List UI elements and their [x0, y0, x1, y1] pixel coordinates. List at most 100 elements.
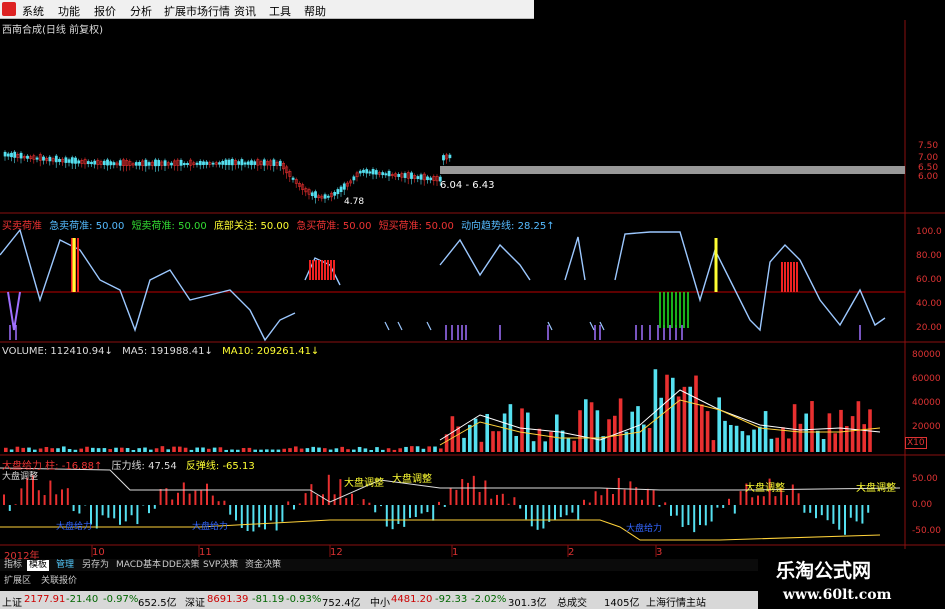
x-tick: 2 — [568, 547, 575, 558]
volume-bar — [392, 449, 397, 452]
candle-body — [109, 161, 113, 166]
volume-labels: VOLUME: 112410.94↓ MA5: 191988.41↓ MA10:… — [2, 346, 319, 357]
tab-linked-quotes[interactable]: 关联报价 — [39, 576, 79, 587]
candle-body — [333, 191, 337, 196]
volume-bar — [717, 397, 721, 452]
volume-bar — [560, 430, 565, 452]
tab-extension[interactable]: 扩展区 — [2, 576, 33, 587]
volume-bar — [294, 446, 298, 452]
vol-tick: 60000 — [912, 374, 941, 384]
x-tick: 10 — [92, 547, 105, 558]
vol-unit: X10 — [905, 437, 927, 449]
tab-indicator[interactable]: 指标 — [2, 560, 24, 571]
vol-tick: 80000 — [912, 350, 941, 360]
volume-bar — [56, 448, 60, 452]
price-tick: 6.00 — [918, 172, 939, 182]
volume-bar — [125, 448, 130, 452]
volume-bar — [537, 428, 542, 452]
status-sh-amount: 652.5亿 — [138, 598, 177, 609]
volume-bar — [207, 448, 211, 452]
candle-body — [10, 152, 13, 158]
volume-bar — [305, 448, 310, 452]
status-bar: 上证 2177.91 -21.40 -0.97% 652.5亿 深证 8691.… — [0, 591, 760, 609]
volume-bar — [218, 447, 223, 452]
volume-bar — [415, 446, 420, 452]
candle-body — [381, 172, 385, 176]
candle-body — [163, 160, 167, 166]
candle-body — [70, 157, 74, 164]
bs-label-6: 动向趋势线: 28.25↑ — [461, 221, 555, 232]
price-low-label: 4.78 — [344, 197, 365, 207]
candle-body — [138, 162, 141, 166]
candle-body — [442, 155, 445, 161]
volume-bar — [73, 449, 78, 452]
volume-bar — [682, 386, 687, 452]
volume-bar — [589, 402, 594, 452]
candle-body — [58, 158, 61, 162]
status-zx-pct: -2.02% — [471, 594, 507, 605]
volume-bar — [804, 413, 808, 452]
candle-body — [179, 159, 183, 166]
candle-body — [26, 155, 29, 159]
candle-body — [112, 162, 116, 166]
volume-bar — [311, 446, 315, 452]
volume-bar — [705, 411, 710, 452]
status-site[interactable]: 上海行情主站 — [646, 594, 706, 609]
candle-body — [250, 160, 253, 166]
volume-bar — [212, 447, 217, 452]
market-annotation: 大盘调整 — [856, 483, 896, 494]
volume-bar — [172, 446, 176, 452]
watermark-url: www.60lt.com — [783, 587, 892, 603]
volume-bar — [317, 447, 321, 452]
volume-bar — [711, 440, 716, 452]
price-range-band — [440, 166, 905, 174]
volume-bar — [62, 446, 66, 452]
volume-bar — [270, 449, 275, 452]
volume-bar — [549, 431, 553, 452]
tab-macd[interactable]: MACD基本 — [114, 560, 163, 571]
bs-labels: 买卖荷准 急卖荷准: 50.00 短卖荷准: 50.00 底部关注: 50.00… — [2, 217, 555, 232]
bs-label-1: 急卖荷准: 50.00 — [49, 221, 125, 232]
tab-svp[interactable]: SVP决策 — [201, 560, 240, 571]
volume-bar — [856, 401, 861, 452]
candle-body — [106, 159, 109, 166]
volume-bar — [688, 386, 692, 452]
bs-tick: 40.00 — [916, 299, 942, 309]
volume-bar — [862, 424, 866, 452]
volume-bar — [44, 446, 49, 452]
candle-body — [48, 156, 52, 162]
price-candles — [3, 150, 452, 204]
volume-bar — [15, 446, 20, 452]
candle-body — [74, 157, 77, 164]
volume-bar — [410, 446, 414, 452]
volume-bar — [27, 447, 31, 452]
volume-bar — [740, 431, 745, 452]
volume-bar — [821, 439, 826, 452]
volume-bar — [497, 431, 501, 452]
status-zx-change: -92.33 — [435, 594, 468, 605]
volume-bar — [502, 413, 507, 452]
candle-body — [218, 162, 221, 165]
volume-bar — [357, 446, 362, 452]
mkt-tick: 50.00 — [912, 474, 938, 484]
candle-body — [278, 160, 282, 167]
volume-bar — [265, 449, 269, 452]
candle-body — [157, 160, 161, 167]
volume-bar — [352, 449, 356, 452]
watermark-title: 乐淘公式网 — [776, 560, 872, 582]
tab-save-as[interactable]: 另存为 — [80, 560, 111, 571]
tab-dde[interactable]: DDE决策 — [160, 560, 202, 571]
volume-bar — [729, 424, 733, 452]
status-sh-pct: -0.97% — [103, 594, 139, 605]
candle-body — [336, 189, 340, 195]
candle-body — [170, 162, 173, 166]
tab-capital[interactable]: 资金决策 — [243, 560, 283, 571]
chart-canvas[interactable] — [0, 0, 945, 609]
candle-body — [6, 153, 10, 157]
volume-bar — [427, 446, 431, 452]
volume-bar — [114, 447, 118, 452]
tab-template[interactable]: 模板 — [27, 560, 50, 571]
bs-label-4: 急买荷准: 50.00 — [296, 221, 372, 232]
candle-body — [243, 162, 247, 165]
tab-manage[interactable]: 管理 — [54, 560, 76, 571]
